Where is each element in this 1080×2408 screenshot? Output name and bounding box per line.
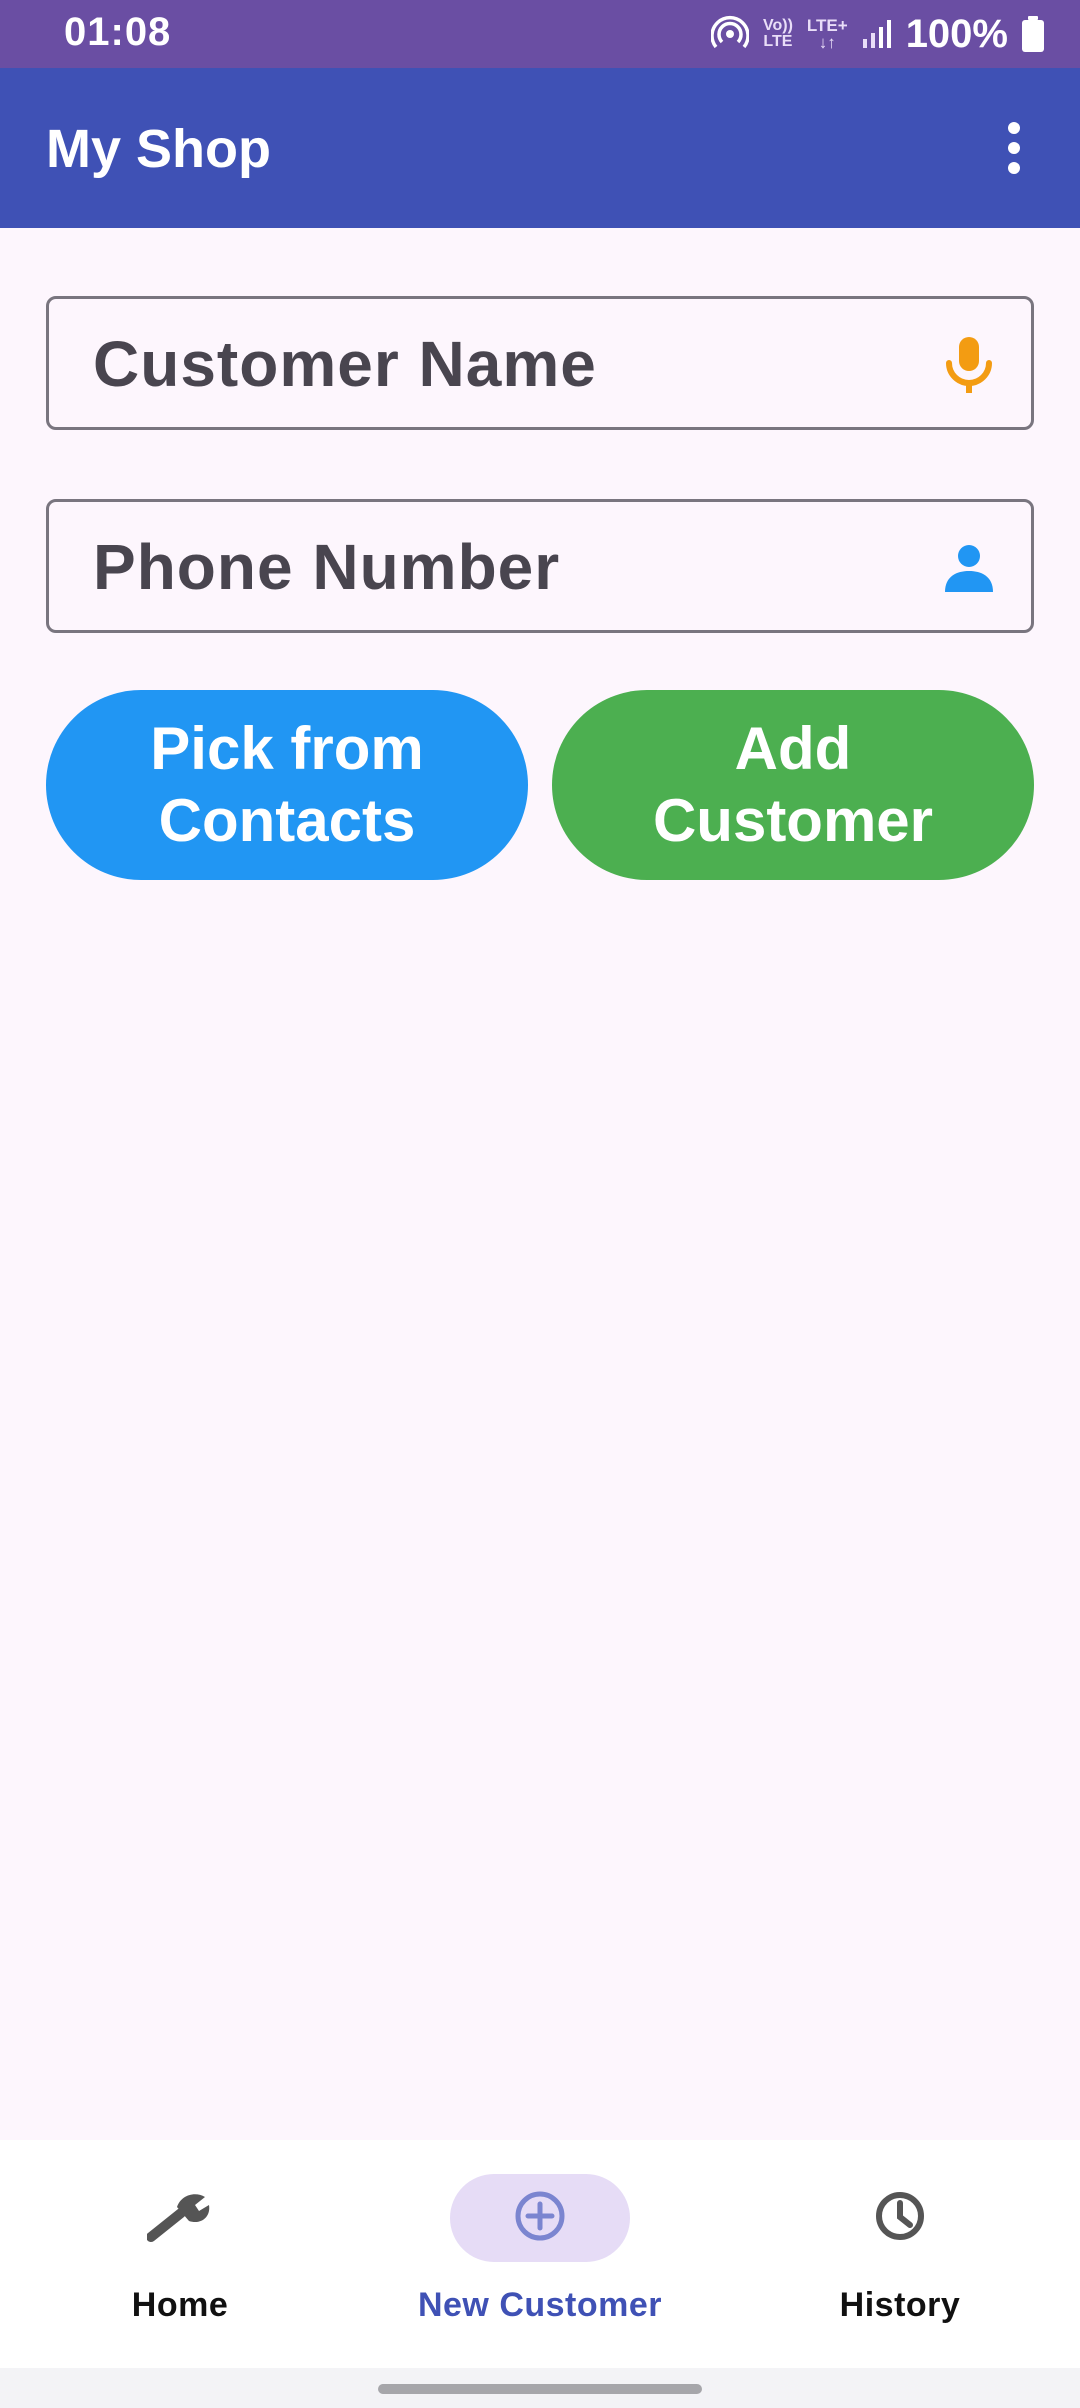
gesture-area <box>0 2368 1080 2408</box>
signal-icon <box>862 19 892 49</box>
status-icons: Vo)) LTE LTE+ ↓↑ 100% <box>710 10 1044 58</box>
phone-number-field[interactable]: Phone Number <box>46 499 1034 633</box>
battery-icon <box>1022 16 1044 52</box>
status-bar: 01:08 Vo)) LTE LTE+ ↓↑ 100% <box>0 0 1080 68</box>
more-vert-icon[interactable] <box>978 112 1050 184</box>
nav-item-home[interactable]: Home <box>30 2174 330 2334</box>
person-icon[interactable] <box>937 536 1001 600</box>
app-title: My Shop <box>46 119 271 179</box>
mic-icon[interactable] <box>937 333 1001 397</box>
customer-name-placeholder: Customer Name <box>93 328 597 400</box>
volte-indicator: Vo)) LTE <box>762 17 793 50</box>
nav-item-new-customer[interactable]: New Customer <box>390 2174 690 2334</box>
clock-icon <box>874 2190 926 2247</box>
add-customer-button[interactable]: Add Customer <box>552 690 1034 880</box>
lte-indicator: LTE+ ↓↑ <box>806 16 848 52</box>
hotspot-icon <box>710 15 749 53</box>
nav-icon-container <box>810 2174 990 2262</box>
nav-label-home: Home <box>131 2286 229 2324</box>
nav-icon-container-selected <box>450 2174 630 2262</box>
phone-number-placeholder: Phone Number <box>93 531 561 603</box>
nav-label-history: History <box>839 2286 961 2324</box>
bottom-navigation: Home New Customer History <box>0 2140 1080 2368</box>
customer-name-field[interactable]: Customer Name <box>46 296 1034 430</box>
add-circle-icon <box>514 2190 566 2247</box>
home-gesture-handle[interactable] <box>378 2384 702 2394</box>
nav-label-new-customer: New Customer <box>417 2286 663 2324</box>
nav-icon-container <box>90 2174 270 2262</box>
app-screen: 01:08 Vo)) LTE LTE+ ↓↑ 100% My Shop Cust… <box>0 0 1080 2408</box>
pick-from-contacts-button[interactable]: Pick from Contacts <box>46 690 528 880</box>
status-time: 01:08 <box>64 10 172 54</box>
app-bar: My Shop <box>0 68 1080 228</box>
nav-item-history[interactable]: History <box>750 2174 1050 2334</box>
wrench-icon <box>146 2189 213 2248</box>
battery-percentage: 100% <box>905 11 1008 56</box>
